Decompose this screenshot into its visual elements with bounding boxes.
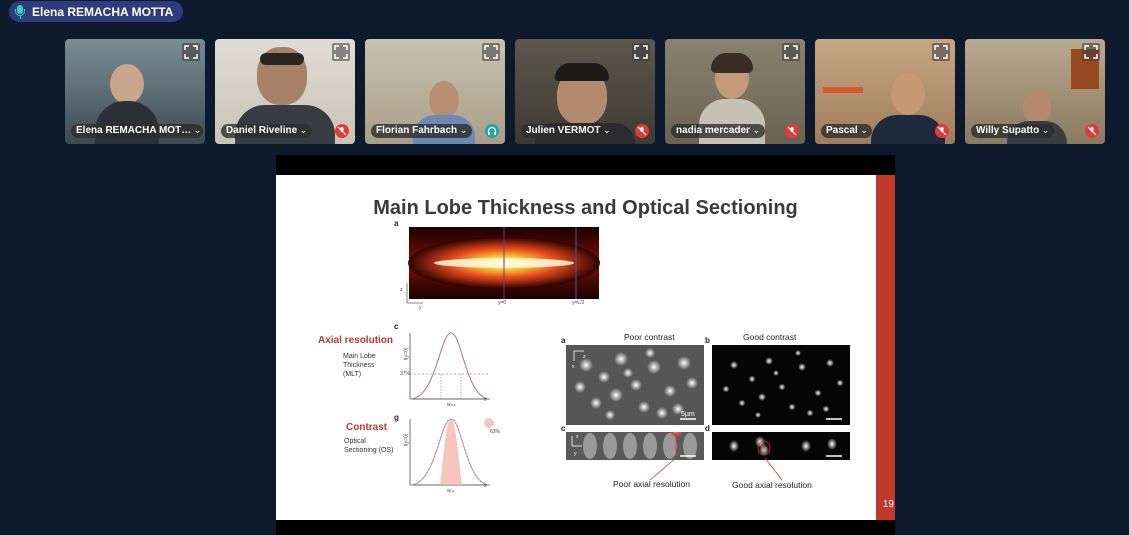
participant-tile[interactable]: Julien VERMOT ⌄ <box>515 39 655 144</box>
axial-resolution-heading: Axial resolution <box>318 335 394 346</box>
participant-strip: Elena REMACHA MOT… ⌄ Daniel Riveline ⌄ Flo… <box>65 39 1105 144</box>
highlight-dot <box>484 418 494 428</box>
mic-muted-icon <box>1085 124 1099 138</box>
chevron-down-icon: ⌄ <box>752 126 760 135</box>
mic-muted-icon <box>785 124 799 138</box>
axis-label: y <box>419 305 422 311</box>
participant-name-tag[interactable]: Daniel Riveline ⌄ <box>221 124 312 138</box>
headphones-icon <box>485 124 499 138</box>
microphone-icon <box>15 4 25 19</box>
axis-label: x <box>576 434 579 440</box>
panel-label: d <box>705 424 710 433</box>
chevron-down-icon: ⌄ <box>460 126 467 135</box>
axis-label: z <box>400 287 403 293</box>
mic-muted-icon <box>935 124 949 138</box>
axis-label: y <box>574 451 577 457</box>
poor-axial-label: Poor axial resolution <box>613 479 691 489</box>
scale-bar-label: 5µm <box>681 411 695 418</box>
participant-name-tag[interactable]: Florian Fahrbach ⌄ <box>371 124 472 138</box>
panel-label: c <box>561 424 566 433</box>
mic-muted-icon <box>635 124 649 138</box>
expand-icon[interactable] <box>1082 43 1100 61</box>
slide-page-number: 19 <box>882 499 894 510</box>
participant-tile[interactable]: Florian Fahrbach ⌄ <box>365 39 505 144</box>
expand-icon[interactable] <box>932 43 950 61</box>
chevron-down-icon: ⌄ <box>1042 126 1049 135</box>
poor-axial-image <box>566 432 704 460</box>
participant-tile[interactable]: Elena REMACHA MOT… ⌄ <box>65 39 205 144</box>
good-contrast-label: Good contrast <box>743 332 797 342</box>
participant-tile[interactable]: Willy Supatto ⌄ <box>965 39 1105 144</box>
percent-label: 37% <box>400 371 411 377</box>
expand-icon[interactable] <box>782 43 800 61</box>
expand-icon[interactable] <box>632 43 650 61</box>
participant-tile[interactable]: Daniel Riveline ⌄ <box>215 39 355 144</box>
os-gaussian-plot <box>409 418 491 486</box>
presentation-slide: Main Lobe Thickness and Optical Sectioni… <box>276 175 895 520</box>
axis-label: x <box>572 364 575 370</box>
participant-name-tag[interactable]: Julien VERMOT ⌄ <box>521 124 616 138</box>
screen-share[interactable]: Main Lobe Thickness and Optical Sectioni… <box>276 155 895 535</box>
slide-title: Main Lobe Thickness and Optical Sectioni… <box>373 197 798 219</box>
os-description: Optical Sectioning (OS) <box>344 438 394 454</box>
participant-name-tag[interactable]: Pascal ⌄ <box>821 124 873 138</box>
participant-name-tag[interactable]: Elena REMACHA MOT… ⌄ <box>71 124 203 138</box>
participant-tile[interactable]: nadia mercader ⌄ <box>665 39 805 144</box>
good-contrast-image <box>712 345 850 425</box>
percent-label: 63% <box>490 429 501 435</box>
expand-icon[interactable] <box>182 43 200 61</box>
chevron-down-icon: ⌄ <box>194 126 201 135</box>
chevron-down-icon: ⌄ <box>603 126 611 135</box>
panel-label: b <box>705 336 710 345</box>
participant-name-tag[interactable]: Willy Supatto ⌄ <box>971 124 1054 138</box>
axis-label: x <box>484 483 487 489</box>
expand-icon[interactable] <box>482 43 500 61</box>
poor-contrast-label: Poor contrast <box>624 332 675 342</box>
tick-label: y=L/2 <box>572 300 585 306</box>
chevron-down-icon: ⌄ <box>300 126 307 135</box>
good-axial-image <box>712 432 850 460</box>
width-label: wₘₗₜ <box>447 402 457 408</box>
mlt-gaussian-plot <box>409 332 491 400</box>
participant-tile[interactable]: Pascal ⌄ <box>815 39 955 144</box>
panel-label: a <box>394 219 399 228</box>
mlt-description: Main Lobe Thickness (MLT) <box>343 353 376 378</box>
width-label: wₒₛ <box>447 488 455 494</box>
contrast-heading: Contrast <box>346 422 388 433</box>
axis-label: z <box>583 354 586 360</box>
tick-label: y=0 <box>498 300 507 306</box>
active-speaker-name: Elena REMACHA MOTTA <box>32 4 174 19</box>
mic-muted-icon <box>335 124 349 138</box>
axis-label: x <box>484 397 487 403</box>
axis-label: I(y=0) <box>403 347 410 361</box>
active-speaker-indicator: Elena REMACHA MOTTA <box>9 1 184 22</box>
chevron-down-icon: ⌄ <box>860 126 868 135</box>
good-axial-label: Good axial resolution <box>732 480 812 490</box>
participant-name-tag[interactable]: nadia mercader ⌄ <box>671 124 765 138</box>
axis-label: I(y=0) <box>403 433 410 447</box>
panel-label: a <box>561 336 566 345</box>
expand-icon[interactable] <box>332 43 350 61</box>
